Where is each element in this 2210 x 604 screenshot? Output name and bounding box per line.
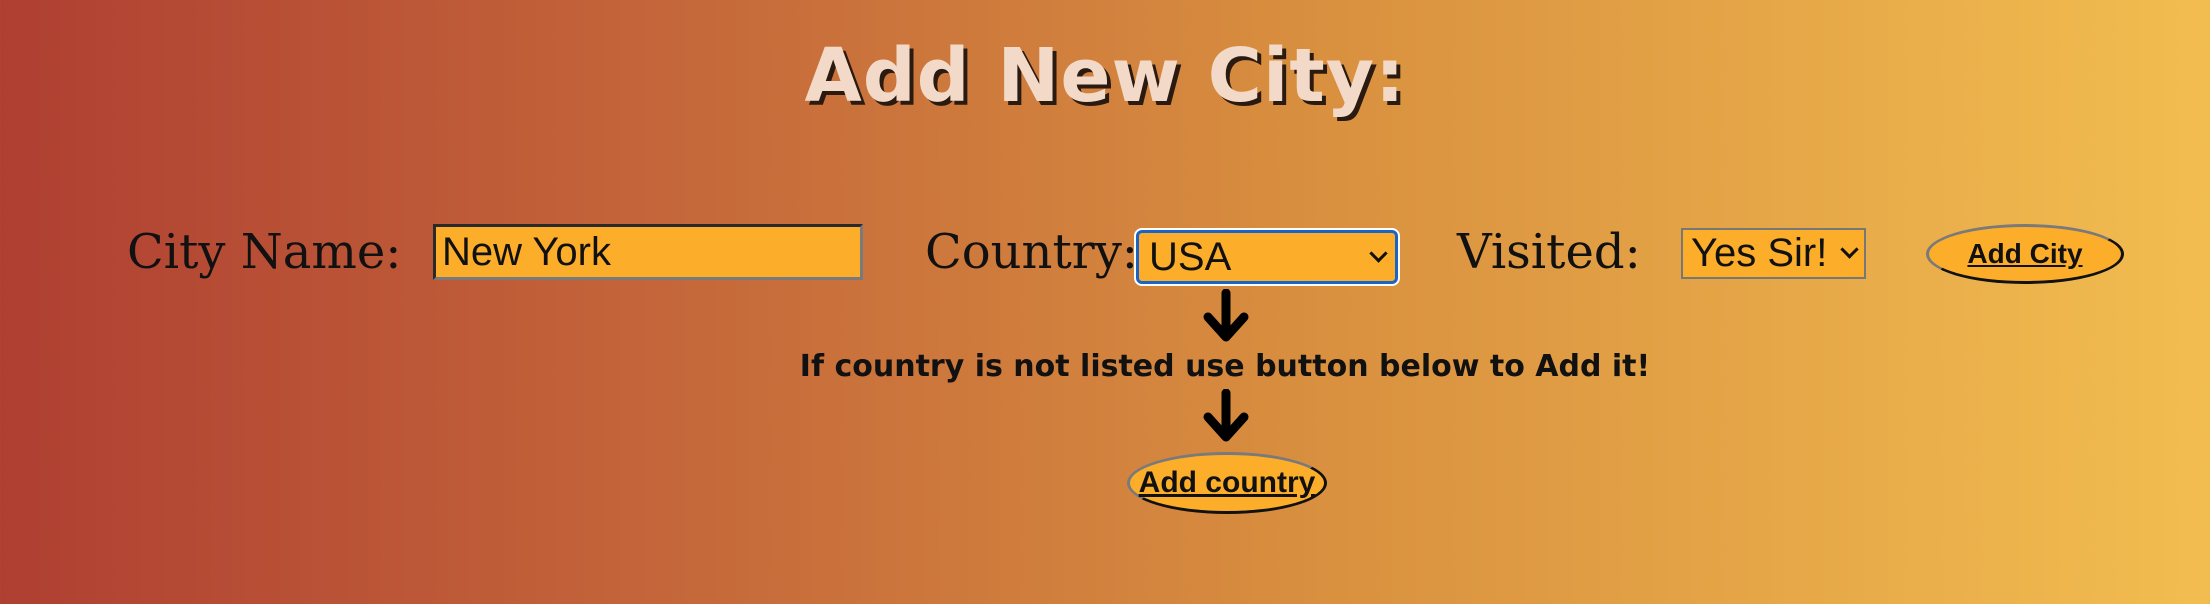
visited-select[interactable]: Yes Sir! (1681, 228, 1866, 279)
city-name-label: City Name: (127, 224, 402, 280)
chevron-down-icon (1840, 240, 1859, 259)
city-name-input[interactable] (433, 224, 863, 280)
country-select-value: USA (1149, 234, 1232, 279)
visited-select-value: Yes Sir! (1691, 231, 1828, 275)
country-label: Country: (925, 224, 1138, 280)
country-select[interactable]: USA (1136, 230, 1398, 284)
chevron-down-icon (1369, 243, 1388, 263)
visited-label: Visited: (1457, 224, 1641, 280)
country-hint-text: If country is not listed use button belo… (799, 349, 1651, 384)
add-city-button[interactable]: Add City (1926, 224, 2124, 284)
add-country-button[interactable]: Add country (1127, 452, 1327, 514)
page-title: Add New City: (804, 33, 1406, 119)
down-arrow-icon (1203, 389, 1249, 442)
down-arrow-icon (1203, 289, 1249, 342)
